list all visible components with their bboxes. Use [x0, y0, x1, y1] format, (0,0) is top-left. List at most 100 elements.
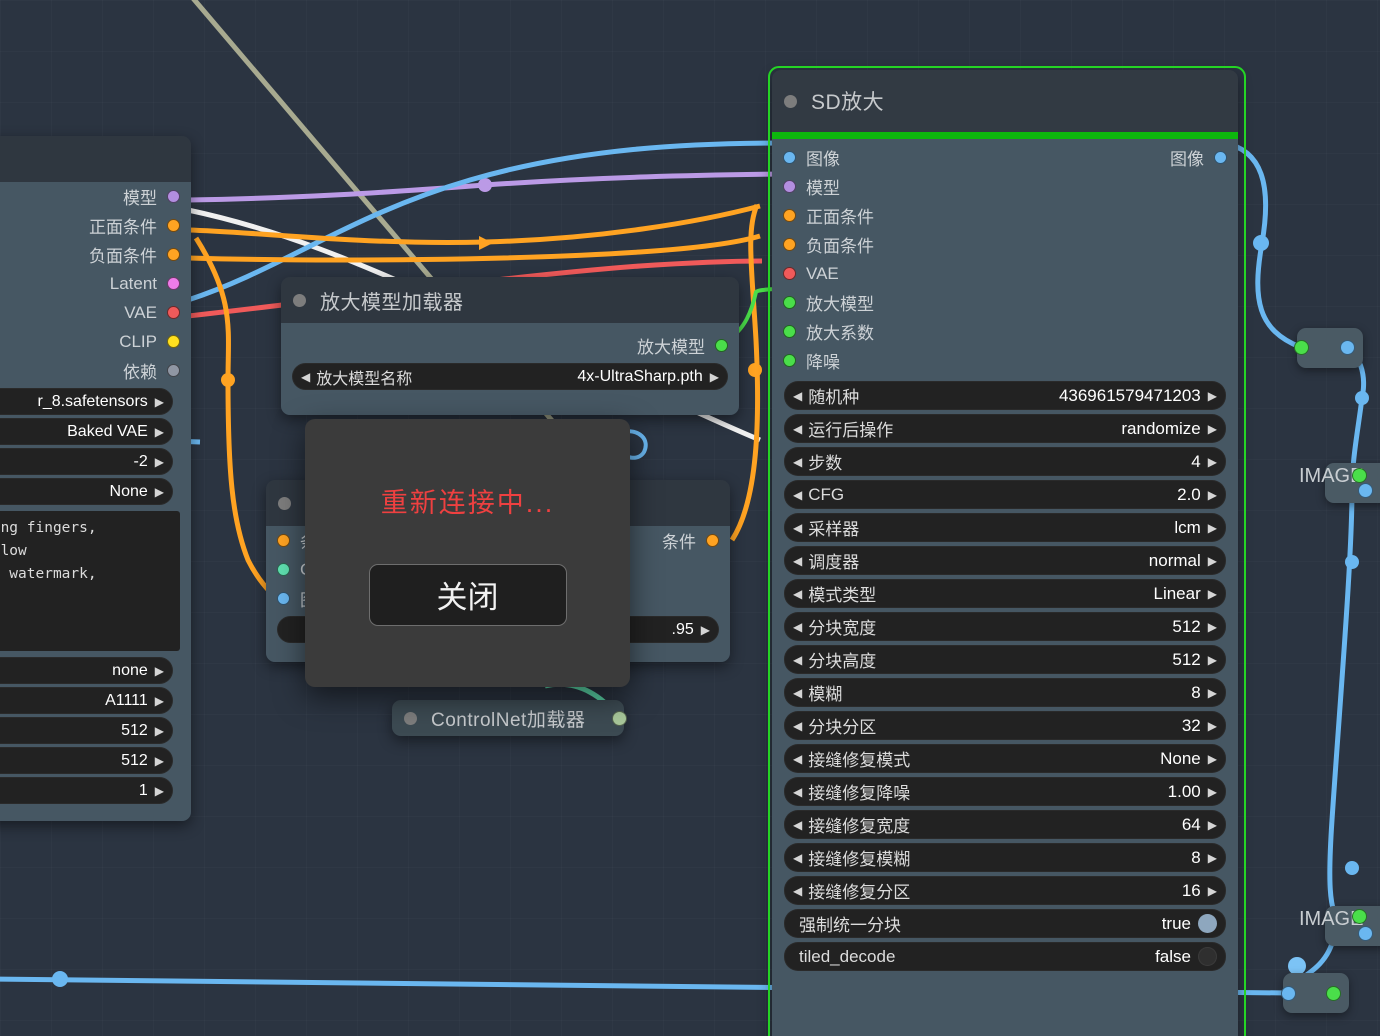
- slot-dot-icon[interactable]: [277, 563, 290, 576]
- output-slot-VAE[interactable]: VAE: [0, 298, 191, 327]
- widget-采样器[interactable]: ◀采样器lcm▶: [784, 513, 1226, 542]
- arrow-right-icon[interactable]: ▶: [710, 371, 719, 383]
- arrow-right-icon[interactable]: ▶: [1208, 555, 1217, 567]
- widget-运行后操作[interactable]: ◀运行后操作randomize▶: [784, 414, 1226, 443]
- arrow-right-icon[interactable]: ▶: [701, 624, 710, 636]
- slot-dot-icon[interactable]: [167, 190, 180, 203]
- widget-tiled_decode[interactable]: tiled_decodefalse: [784, 942, 1226, 971]
- slot-dot-icon[interactable]: [706, 534, 719, 547]
- mini-node-lower-input-dot[interactable]: [1281, 986, 1296, 1001]
- mini-node-upper-input-dot[interactable]: [1294, 340, 1309, 355]
- widget-512[interactable]: 512▶: [0, 747, 173, 774]
- output-slot-依赖[interactable]: 依赖: [0, 356, 191, 385]
- input-slot-放大模型[interactable]: 放大模型: [772, 288, 1238, 317]
- arrow-right-icon[interactable]: ▶: [155, 755, 164, 767]
- widget-1[interactable]: 1▶: [0, 777, 173, 804]
- arrow-right-icon[interactable]: ▶: [1208, 753, 1217, 765]
- toggle-switch[interactable]: [1198, 914, 1217, 933]
- arrow-left-icon[interactable]: ◀: [793, 654, 802, 666]
- arrow-right-icon[interactable]: ▶: [1208, 852, 1217, 864]
- arrow-right-icon[interactable]: ▶: [155, 456, 164, 468]
- arrow-right-icon[interactable]: ▶: [155, 665, 164, 677]
- arrow-right-icon[interactable]: ▶: [1208, 489, 1217, 501]
- node-header-left[interactable]: [0, 136, 191, 182]
- arrow-left-icon[interactable]: ◀: [793, 456, 802, 468]
- arrow-left-icon[interactable]: ◀: [793, 621, 802, 633]
- image-preview-lower-output-dot[interactable]: [1358, 926, 1373, 941]
- collapse-dot-icon[interactable]: [278, 497, 291, 510]
- slot-dot-icon[interactable]: [783, 325, 796, 338]
- image-preview-lower-input-dot[interactable]: [1352, 909, 1367, 924]
- arrow-left-icon[interactable]: ◀: [793, 522, 802, 534]
- output-slot-CLIP[interactable]: CLIP: [0, 327, 191, 356]
- arrow-right-icon[interactable]: ▶: [155, 725, 164, 737]
- widget-接缝修复宽度[interactable]: ◀接缝修复宽度64▶: [784, 810, 1226, 839]
- slot-dot-icon[interactable]: [167, 335, 180, 348]
- input-slot-放大系数[interactable]: 放大系数: [772, 317, 1238, 346]
- input-slot-负面条件[interactable]: 负面条件: [772, 230, 1238, 259]
- controlnet-loader-node[interactable]: ControlNet加载器: [392, 700, 624, 736]
- toggle-switch[interactable]: [1198, 947, 1217, 966]
- widget-接缝修复模糊[interactable]: ◀接缝修复模糊8▶: [784, 843, 1226, 872]
- arrow-left-icon[interactable]: ◀: [301, 371, 310, 383]
- arrow-left-icon[interactable]: ◀: [793, 555, 802, 567]
- negative-prompt-textarea[interactable]: or, missing fingers, quality, low ignatu…: [0, 511, 180, 651]
- slot-dot-icon[interactable]: [783, 180, 796, 193]
- arrow-right-icon[interactable]: ▶: [1208, 456, 1217, 468]
- mini-node-upper-output-dot[interactable]: [1340, 340, 1355, 355]
- arrow-left-icon[interactable]: ◀: [793, 588, 802, 600]
- arrow-right-icon[interactable]: ▶: [1208, 654, 1217, 666]
- arrow-left-icon[interactable]: ◀: [793, 687, 802, 699]
- widget-A1111[interactable]: A1111▶: [0, 687, 173, 714]
- arrow-right-icon[interactable]: ▶: [1208, 522, 1217, 534]
- widget-512[interactable]: 512▶: [0, 717, 173, 744]
- arrow-left-icon[interactable]: ◀: [793, 753, 802, 765]
- arrow-left-icon[interactable]: ◀: [793, 423, 802, 435]
- arrow-right-icon[interactable]: ▶: [155, 426, 164, 438]
- node-header-sd[interactable]: SD放大: [772, 70, 1238, 132]
- input-slot-VAE[interactable]: VAE: [772, 259, 1238, 288]
- input-slot-正面条件[interactable]: 正面条件: [772, 201, 1238, 230]
- widget-接缝修复分区[interactable]: ◀接缝修复分区16▶: [784, 876, 1226, 905]
- arrow-right-icon[interactable]: ▶: [1208, 621, 1217, 633]
- widget-模糊[interactable]: ◀模糊8▶: [784, 678, 1226, 707]
- widget-None[interactable]: None▶: [0, 478, 173, 505]
- arrow-right-icon[interactable]: ▶: [155, 486, 164, 498]
- input-slot-图像[interactable]: 图像: [772, 143, 1238, 172]
- arrow-left-icon[interactable]: ◀: [793, 885, 802, 897]
- arrow-right-icon[interactable]: ▶: [155, 785, 164, 797]
- image-preview-upper-output-dot[interactable]: [1358, 483, 1373, 498]
- arrow-right-icon[interactable]: ▶: [1208, 687, 1217, 699]
- arrow-left-icon[interactable]: ◀: [793, 852, 802, 864]
- input-slot-降噪[interactable]: 降噪: [772, 346, 1238, 375]
- widget-分块宽度[interactable]: ◀分块宽度512▶: [784, 612, 1226, 641]
- collapse-dot-icon[interactable]: [784, 95, 797, 108]
- widget-步数[interactable]: ◀步数4▶: [784, 447, 1226, 476]
- input-slot-模型[interactable]: 模型: [772, 172, 1238, 201]
- output-slot-负面条件[interactable]: 负面条件: [0, 240, 191, 269]
- widget-none[interactable]: none▶: [0, 657, 173, 684]
- checkpoint-bundle-node[interactable]: 模型正面条件负面条件LatentVAECLIP依赖 r_8.safetensor…: [0, 136, 191, 821]
- node-graph-canvas[interactable]: 模型正面条件负面条件LatentVAECLIP依赖 r_8.safetensor…: [0, 0, 1380, 1036]
- arrow-right-icon[interactable]: ▶: [155, 396, 164, 408]
- image-preview-upper-input-dot[interactable]: [1352, 468, 1367, 483]
- slot-dot-icon[interactable]: [783, 296, 796, 309]
- arrow-right-icon[interactable]: ▶: [1208, 588, 1217, 600]
- widget-r_8.safetensors[interactable]: r_8.safetensors▶: [0, 388, 173, 415]
- node-header-cnloader[interactable]: ControlNet加载器: [392, 700, 624, 736]
- slot-dot-icon[interactable]: [783, 267, 796, 280]
- widget-接缝修复降噪[interactable]: ◀接缝修复降噪1.00▶: [784, 777, 1226, 806]
- arrow-right-icon[interactable]: ▶: [1208, 720, 1217, 732]
- slot-dot-icon[interactable]: [167, 219, 180, 232]
- arrow-right-icon[interactable]: ▶: [1208, 885, 1217, 897]
- slot-dot-icon[interactable]: [167, 277, 180, 290]
- widget-CFG[interactable]: ◀CFG2.0▶: [784, 480, 1226, 509]
- arrow-right-icon[interactable]: ▶: [155, 695, 164, 707]
- arrow-left-icon[interactable]: ◀: [793, 390, 802, 402]
- slot-dot-icon[interactable]: [783, 354, 796, 367]
- collapse-dot-icon[interactable]: [293, 294, 306, 307]
- output-slot-模型[interactable]: 模型: [0, 182, 191, 211]
- upscale-model-loader-node[interactable]: 放大模型加载器 放大模型 ◀放大模型名称4x-UltraSharp.pth▶: [281, 277, 739, 415]
- slot-dot-icon[interactable]: [783, 238, 796, 251]
- widget-随机种[interactable]: ◀随机种436961579471203▶: [784, 381, 1226, 410]
